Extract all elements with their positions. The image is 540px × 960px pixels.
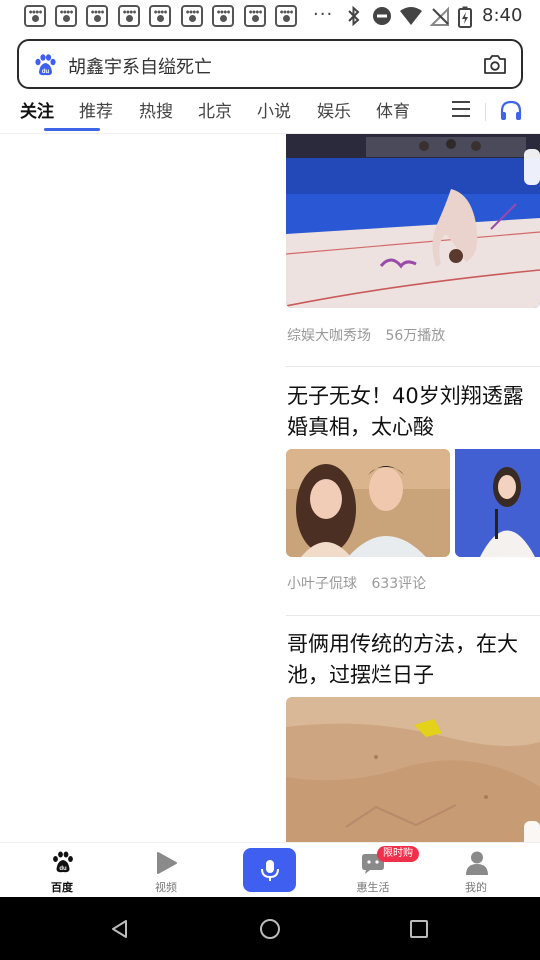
battery-icon xyxy=(458,6,472,28)
back-icon[interactable] xyxy=(110,919,130,939)
svg-text:du: du xyxy=(59,866,67,872)
tab-recommended[interactable]: 推荐 xyxy=(79,97,113,122)
menu-icon[interactable] xyxy=(452,101,472,117)
no-signal-icon xyxy=(430,6,449,26)
baidu-notification-icon xyxy=(118,5,140,27)
tab-beijing[interactable]: 北京 xyxy=(198,97,232,122)
do-not-disturb-icon xyxy=(373,7,391,25)
article-title-line[interactable]: 池，过摆烂日子 xyxy=(287,660,540,691)
baidu-notification-icon xyxy=(24,5,46,27)
recent-apps-icon[interactable] xyxy=(409,919,429,939)
source-name: 小叶子侃球 xyxy=(287,576,357,592)
news-feed: 综娱大咖秀场 56万播放 无子无女！40岁刘翔透露 婚真相，太心酸 小叶子侃球 … xyxy=(286,134,540,842)
baidu-notification-icon xyxy=(275,5,297,27)
bottom-navigation: du 百度 视频 惠生活 限时购 我的 xyxy=(0,842,540,897)
nav-home[interactable]: du 百度 xyxy=(22,843,102,898)
clock: 8:40 xyxy=(482,5,523,26)
article-image-speaker[interactable] xyxy=(455,449,540,557)
card-divider xyxy=(286,366,540,367)
svg-text:du: du xyxy=(42,69,50,75)
nav-label: 视频 xyxy=(155,881,177,894)
tab-sports[interactable]: 体育 xyxy=(376,97,410,122)
article-title-line[interactable]: 婚真相，太心酸 xyxy=(287,412,540,443)
headphones-icon[interactable] xyxy=(499,100,523,122)
baidu-notification-icon xyxy=(86,5,108,27)
nav-profile[interactable]: 我的 xyxy=(436,843,516,898)
camera-search-icon[interactable] xyxy=(483,53,507,75)
nav-label: 我的 xyxy=(465,881,487,894)
speaker-photo-image xyxy=(455,449,540,557)
active-tab-indicator xyxy=(44,128,100,131)
tab-novels[interactable]: 小说 xyxy=(257,97,291,122)
home-icon[interactable] xyxy=(259,918,281,940)
tab-following[interactable]: 关注 xyxy=(20,97,54,122)
video-thumbnail[interactable] xyxy=(286,697,540,842)
play-icon xyxy=(157,852,177,874)
baidu-notification-icon xyxy=(244,5,266,27)
baidu-notification-icon xyxy=(212,5,234,27)
view-count: 56万播放 xyxy=(385,328,446,344)
nav-label: 百度 xyxy=(51,881,73,894)
card-divider xyxy=(286,615,540,616)
system-navigation-bar xyxy=(0,897,540,960)
search-query-text[interactable]: 胡鑫宇系自缢死亡 xyxy=(68,53,212,79)
baidu-notification-icon xyxy=(181,5,203,27)
voice-search-button[interactable] xyxy=(243,848,296,892)
channel-tabs: 关注 推荐 热搜 北京 小说 娱乐 体育 xyxy=(0,93,540,133)
baidu-paw-icon: du xyxy=(53,851,73,873)
comment-count: 633评论 xyxy=(371,576,427,592)
card-meta: 综娱大咖秀场 56万播放 xyxy=(287,325,455,345)
couple-photo-image xyxy=(286,449,450,557)
tab-hot-search[interactable]: 热搜 xyxy=(139,97,173,122)
article-image-couple[interactable] xyxy=(286,449,450,557)
more-notifications-indicator: ··· xyxy=(313,4,334,25)
gymnastics-thumbnail-image xyxy=(286,134,540,308)
promo-badge: 限时购 xyxy=(377,846,419,862)
nav-label: 惠生活 xyxy=(356,881,390,894)
baidu-notification-icon xyxy=(55,5,77,27)
person-icon xyxy=(466,851,488,875)
tab-entertainment[interactable]: 娱乐 xyxy=(317,97,351,122)
baidu-paw-icon: du xyxy=(35,54,56,76)
search-bar[interactable]: du 胡鑫宇系自缢死亡 xyxy=(17,39,523,89)
article-title-line[interactable]: 哥俩用传统的方法，在大 xyxy=(287,629,540,660)
wifi-icon xyxy=(400,7,422,25)
dirt-ground-thumbnail-image xyxy=(286,697,540,842)
article-title-line[interactable]: 无子无女！40岁刘翔透露 xyxy=(287,381,540,412)
video-thumbnail[interactable] xyxy=(286,134,540,308)
screen: ··· 8:40 du 胡鑫宇系自缢死亡 关注 推荐 热搜 北京 小说 娱乐 体… xyxy=(0,0,540,960)
divider xyxy=(485,103,486,121)
source-name: 综娱大咖秀场 xyxy=(287,328,371,344)
bluetooth-icon xyxy=(348,6,360,26)
baidu-notification-icon xyxy=(149,5,171,27)
card-meta: 小叶子侃球 633评论 xyxy=(287,573,436,593)
microphone-icon xyxy=(261,860,279,881)
status-bar: ··· 8:40 xyxy=(0,0,540,34)
nav-video[interactable]: 视频 xyxy=(126,843,206,898)
